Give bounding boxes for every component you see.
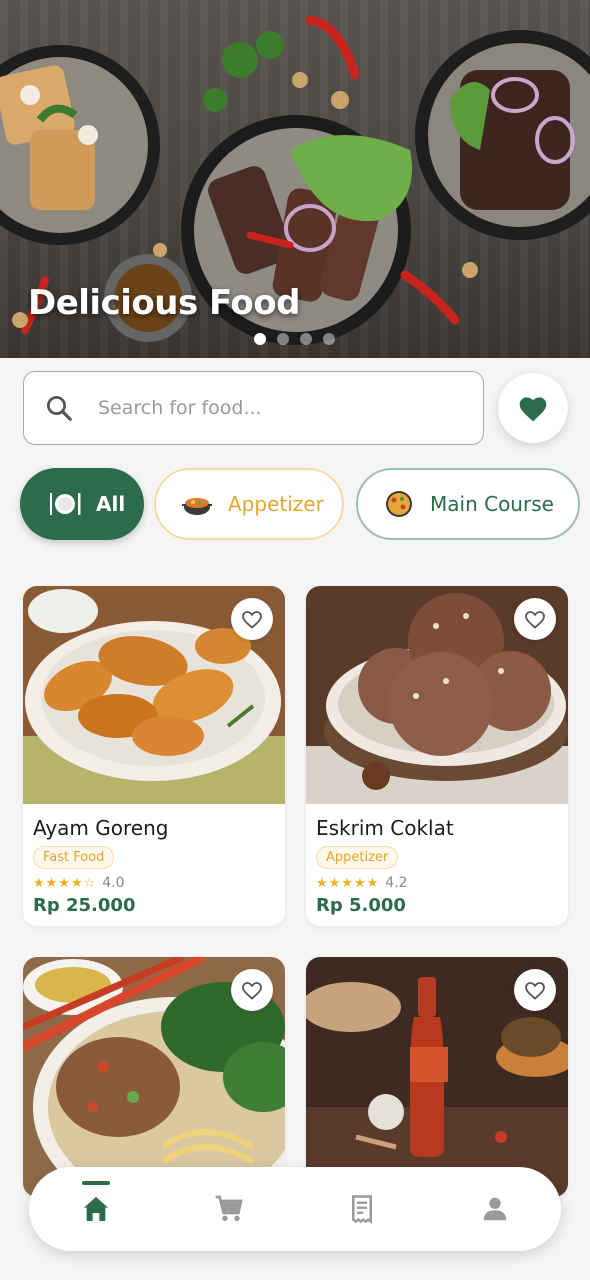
star-rating: ★★★★★ — [316, 875, 380, 891]
heart-outline-icon — [525, 611, 545, 629]
food-card-ayam-goreng[interactable]: Ayam Goreng Fast Food ★★★★☆ 4.0 Rp 25.00… — [23, 586, 285, 926]
favorite-toggle[interactable] — [514, 598, 556, 640]
paella-pan-icon — [386, 491, 412, 517]
heart-filled-icon — [519, 397, 547, 422]
heart-outline-icon — [525, 982, 545, 1000]
category-label: Appetizer — [228, 492, 324, 516]
nav-orders[interactable] — [332, 1179, 392, 1239]
carousel-dot-1[interactable] — [254, 333, 266, 345]
food-image — [306, 957, 568, 1197]
nav-home[interactable] — [66, 1179, 126, 1239]
nav-cart[interactable] — [199, 1179, 259, 1239]
food-rating: ★★★★☆ 4.0 — [33, 875, 275, 891]
search-icon — [47, 396, 72, 421]
favorite-toggle[interactable] — [514, 969, 556, 1011]
food-image — [23, 957, 285, 1197]
rating-value: 4.0 — [102, 875, 125, 891]
carousel-dot-4[interactable] — [323, 333, 335, 345]
rating-value: 4.2 — [385, 875, 408, 891]
food-image — [23, 586, 285, 804]
food-price: Rp 5.000 — [316, 895, 406, 916]
favorite-toggle[interactable] — [231, 969, 273, 1011]
hero-banner[interactable]: Delicious Food — [0, 0, 590, 358]
search-input[interactable] — [98, 397, 438, 419]
category-chip-all[interactable]: All — [20, 468, 144, 540]
food-name: Ayam Goreng — [33, 816, 169, 840]
plate-cutlery-icon — [50, 493, 81, 515]
active-indicator — [81, 1181, 110, 1185]
receipt-icon — [351, 1195, 372, 1224]
favorite-toggle[interactable] — [231, 598, 273, 640]
category-label: All — [96, 492, 126, 516]
category-chip-appetizer[interactable]: Appetizer — [154, 468, 344, 540]
heart-outline-icon — [242, 982, 262, 1000]
food-price: Rp 25.000 — [33, 895, 136, 916]
food-card-eskrim-coklat[interactable]: Eskrim Coklat Appetizer ★★★★★ 4.2 Rp 5.0… — [306, 586, 568, 926]
nav-profile[interactable] — [465, 1179, 525, 1239]
search-bar[interactable] — [23, 371, 484, 445]
bottom-navigation — [29, 1167, 561, 1251]
food-card-teh-botol[interactable] — [306, 957, 568, 1197]
food-category-tag: Fast Food — [33, 846, 115, 869]
cart-icon — [215, 1195, 243, 1221]
category-label: Main Course — [430, 492, 554, 516]
home-icon — [83, 1197, 108, 1221]
carousel-dot-2[interactable] — [277, 333, 289, 345]
favorites-button[interactable] — [498, 373, 568, 443]
food-name: Eskrim Coklat — [316, 816, 454, 840]
food-category-tag: Appetizer — [316, 846, 399, 869]
pot-icon — [182, 498, 212, 515]
heart-outline-icon — [242, 611, 262, 629]
carousel-indicator — [254, 333, 335, 345]
person-icon — [483, 1197, 506, 1221]
food-card-mie[interactable] — [23, 957, 285, 1197]
food-rating: ★★★★★ 4.2 — [316, 875, 558, 891]
carousel-dot-3[interactable] — [300, 333, 312, 345]
food-image — [306, 586, 568, 804]
hero-title: Delicious Food — [28, 283, 300, 323]
star-rating: ★★★★☆ — [33, 875, 97, 891]
category-chip-main-course[interactable]: Main Course — [356, 468, 580, 540]
